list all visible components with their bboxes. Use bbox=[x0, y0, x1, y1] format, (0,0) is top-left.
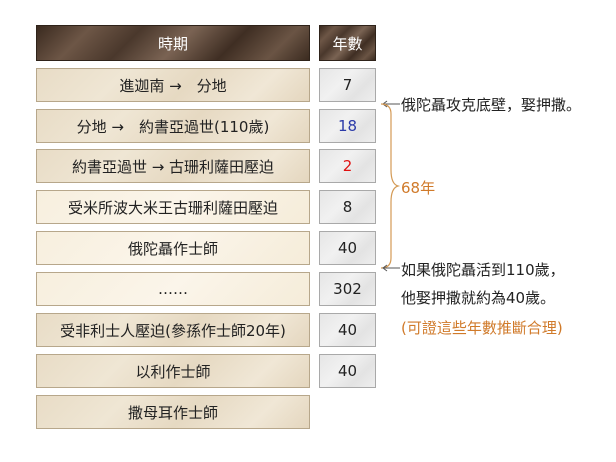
annotation-top: 俄陀聶攻克底壁，娶押撒。 bbox=[401, 96, 582, 114]
annotation-connectors bbox=[380, 100, 401, 272]
annotation-brace-total: 68年 bbox=[401, 179, 436, 197]
annotation-bottom-line3: (可證這些年數推斷合理) bbox=[401, 319, 563, 337]
annotation-bottom-line1: 如果俄陀聶活到110歲， bbox=[401, 261, 565, 279]
annotation-bottom-line2: 他娶押撒就約為40歲。 bbox=[401, 289, 556, 307]
